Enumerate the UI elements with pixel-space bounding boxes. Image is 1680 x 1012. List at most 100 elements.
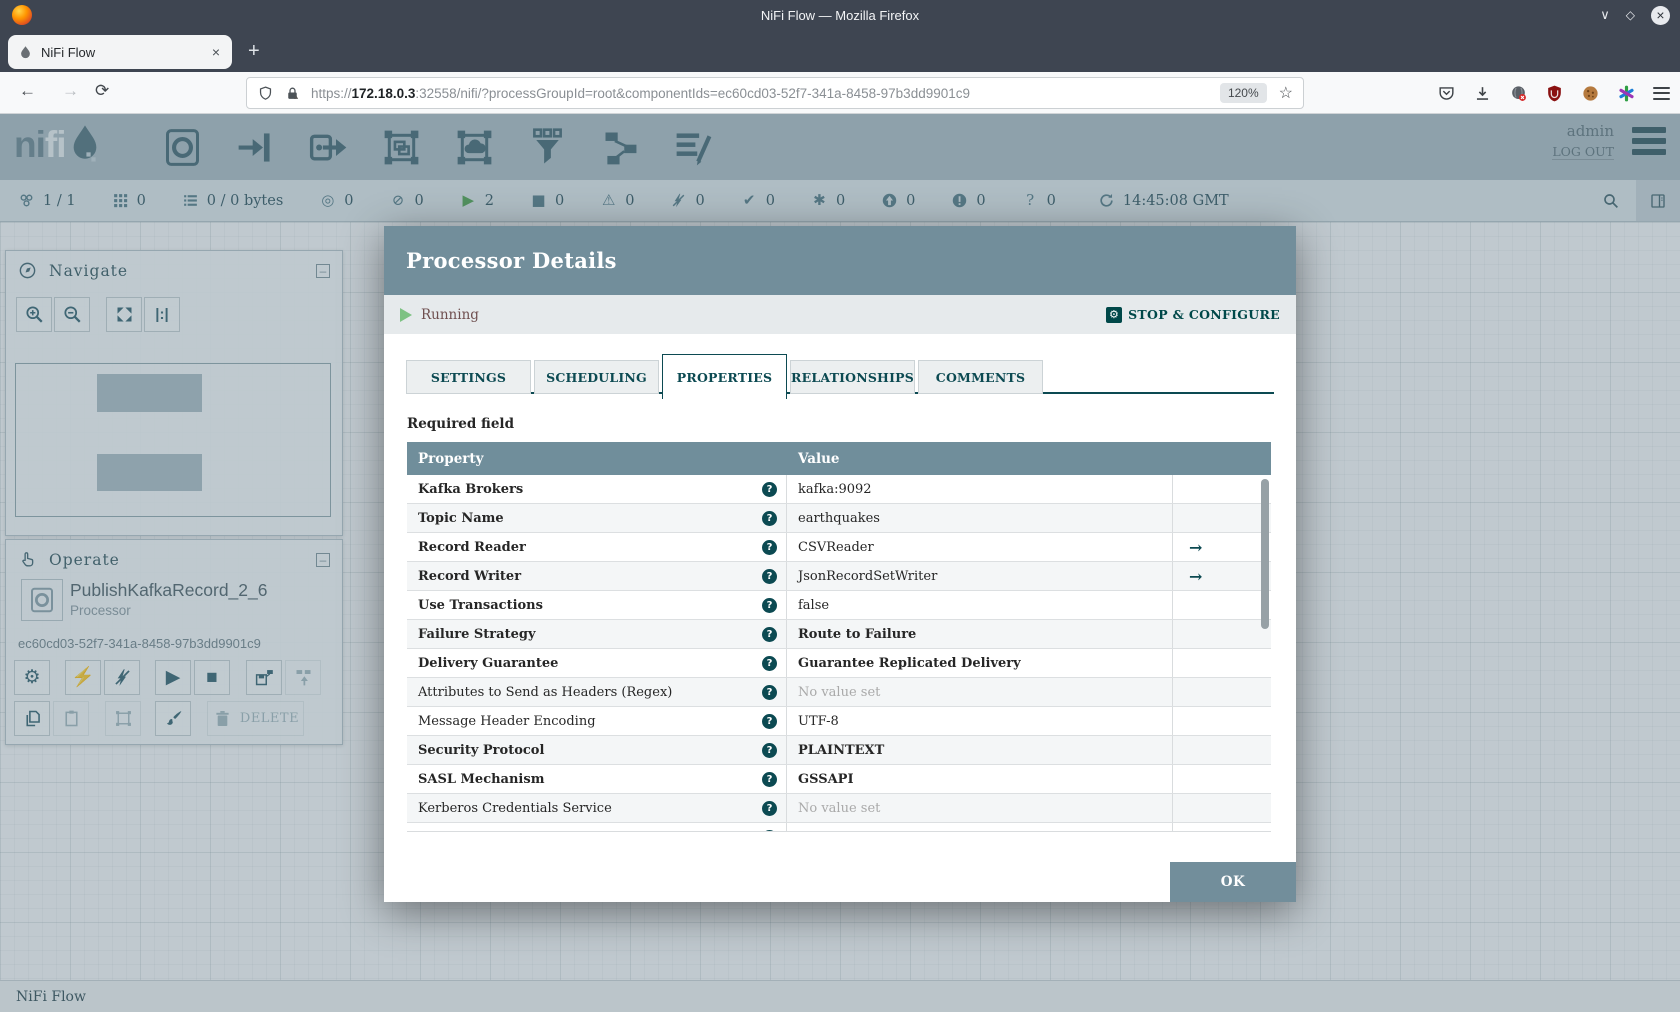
row-actions (1173, 591, 1271, 619)
zoom-level-badge[interactable]: 120% (1219, 83, 1267, 103)
account-extension-icon[interactable] (1509, 84, 1528, 103)
shield-icon[interactable] (257, 85, 274, 102)
row-actions (1173, 678, 1271, 706)
url-bar[interactable]: https://172.18.0.3:32558/nifi/?processGr… (246, 77, 1304, 109)
tab-relationships[interactable]: RELATIONSHIPS (790, 360, 915, 394)
browser-tab[interactable]: NiFi Flow × (8, 35, 232, 69)
back-icon[interactable]: ← (19, 81, 36, 101)
goto-service-icon[interactable]: → (1173, 533, 1271, 561)
help-icon[interactable]: ? (762, 742, 777, 758)
property-name: Topic Name (418, 510, 504, 526)
row-actions (1173, 620, 1271, 648)
url-text: https://172.18.0.3:32558/nifi/?processGr… (311, 85, 970, 101)
table-row: Kerberos Credentials Service? No value se… (407, 794, 1271, 823)
close-icon[interactable]: × (1651, 5, 1670, 25)
stop-and-configure-button[interactable]: ⚙ STOP & CONFIGURE (1106, 306, 1280, 323)
property-value: CSVReader (787, 533, 1173, 561)
value-column-header: Value (798, 450, 840, 467)
tab-strip: NiFi Flow × + (0, 30, 1680, 72)
row-actions (1173, 475, 1271, 503)
stop-configure-gear-icon: ⚙ (1106, 306, 1123, 323)
row-actions (1173, 736, 1271, 764)
table-row: Message Header Encoding? UTF-8 (407, 707, 1271, 736)
row-actions (1173, 707, 1271, 735)
help-icon[interactable]: ? (762, 829, 777, 831)
property-name: Delivery Guarantee (418, 655, 559, 671)
screen: NiFi Flow — Mozilla Firefox ∨ ◇ × NiFi F… (0, 0, 1680, 1012)
processor-details-dialog: Processor Details Running ⚙ STOP & CONFI… (384, 226, 1296, 902)
table-row: Use Transactions? false (407, 591, 1271, 620)
maximize-icon[interactable]: ◇ (1626, 8, 1635, 22)
help-icon[interactable]: ? (762, 539, 777, 555)
tab-title: NiFi Flow (41, 44, 96, 60)
property-name: SASL Mechanism (418, 771, 545, 787)
help-icon[interactable]: ? (762, 800, 777, 816)
property-name: Kerberos Service Name (418, 830, 762, 832)
browser-navbar: ← → ⟳ https://172.18.0.3:32558/nifi/?pro… (0, 72, 1680, 114)
bookmark-star-icon[interactable]: ☆ (1279, 83, 1293, 103)
help-icon[interactable]: ? (762, 684, 777, 700)
dialog-header: Processor Details (384, 226, 1296, 295)
ublock-icon[interactable] (1545, 84, 1564, 103)
row-actions (1173, 794, 1271, 822)
property-value: Route to Failure (787, 620, 1173, 648)
new-tab-button[interactable]: + (248, 40, 260, 62)
table-row: Attributes to Send as Headers (Regex)? No… (407, 678, 1271, 707)
pocket-icon[interactable] (1437, 84, 1456, 103)
property-value: GSSAPI (787, 765, 1173, 793)
property-value: PLAINTEXT (787, 736, 1173, 764)
firefox-logo-icon (12, 5, 32, 25)
tab-properties[interactable]: PROPERTIES (662, 354, 787, 399)
dialog-status-bar: Running ⚙ STOP & CONFIGURE (384, 295, 1296, 334)
tab-scheduling[interactable]: SCHEDULING (534, 360, 659, 394)
table-row: Failure Strategy? Route to Failure (407, 620, 1271, 649)
help-icon[interactable]: ? (762, 597, 777, 613)
ok-button[interactable]: OK (1170, 862, 1296, 902)
menu-icon[interactable] (1653, 86, 1670, 100)
table-row: Topic Name? earthquakes (407, 504, 1271, 533)
table-row: Kerberos Service Name? No value set (407, 823, 1271, 832)
help-icon[interactable]: ? (762, 771, 777, 787)
property-name: Failure Strategy (418, 626, 536, 642)
goto-service-icon[interactable]: → (1173, 562, 1271, 590)
table-row: Security Protocol? PLAINTEXT (407, 736, 1271, 765)
tab-settings[interactable]: SETTINGS (406, 360, 531, 394)
dialog-title: Processor Details (406, 248, 617, 273)
property-value: No value set (787, 678, 1173, 706)
properties-table: Property Value Kafka Brokers? kafka:9092 T… (407, 442, 1271, 832)
colorful-extension-icon[interactable] (1617, 84, 1636, 103)
help-icon[interactable]: ? (762, 568, 777, 584)
help-icon[interactable]: ? (762, 626, 777, 642)
processor-status: Running (421, 306, 479, 323)
row-actions (1173, 504, 1271, 532)
window-title: NiFi Flow — Mozilla Firefox (760, 7, 920, 23)
minimize-icon[interactable]: ∨ (1600, 7, 1610, 23)
forward-icon[interactable]: → (62, 81, 79, 101)
tab-close-icon[interactable]: × (210, 44, 222, 60)
dialog-tabbar: SETTINGS SCHEDULING PROPERTIES RELATIONSHIP… (406, 354, 1274, 399)
property-value: UTF-8 (787, 707, 1173, 735)
property-name: Record Writer (418, 568, 522, 584)
tab-comments[interactable]: COMMENTS (918, 360, 1043, 394)
help-icon[interactable]: ? (762, 655, 777, 671)
table-row: Kafka Brokers? kafka:9092 (407, 475, 1271, 504)
table-row: SASL Mechanism? GSSAPI (407, 765, 1271, 794)
property-name: Record Reader (418, 539, 526, 555)
help-icon[interactable]: ? (762, 510, 777, 526)
row-actions (1173, 765, 1271, 793)
property-column-header: Property (418, 450, 484, 467)
cookie-extension-icon[interactable] (1581, 84, 1600, 103)
required-field-note: Required field (407, 416, 515, 432)
help-icon[interactable]: ? (762, 481, 777, 497)
property-name: Attributes to Send as Headers (Regex) (418, 684, 673, 700)
reload-icon[interactable]: ⟳ (95, 81, 109, 101)
lock-warning-icon[interactable] (284, 85, 301, 102)
running-icon (400, 307, 412, 322)
help-icon[interactable]: ? (762, 713, 777, 729)
download-icon[interactable] (1473, 84, 1492, 103)
property-name: Kafka Brokers (418, 481, 524, 497)
property-name: Security Protocol (418, 742, 545, 758)
row-actions (1173, 823, 1271, 831)
property-name: Kerberos Credentials Service (418, 800, 612, 816)
table-scrollbar[interactable] (1261, 479, 1269, 629)
